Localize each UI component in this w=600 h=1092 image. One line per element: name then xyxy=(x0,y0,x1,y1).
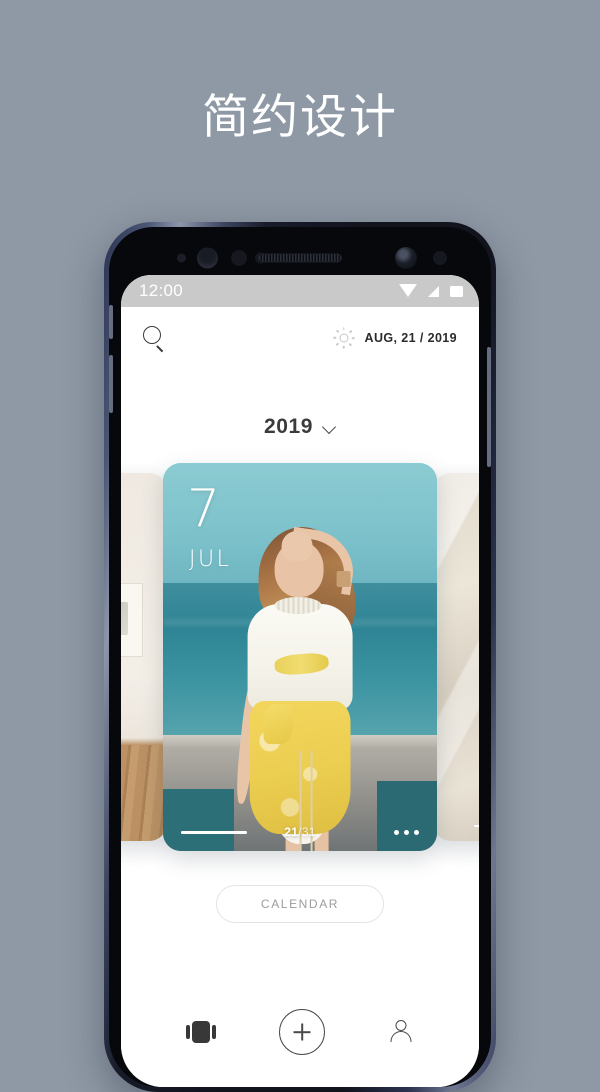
iris-scanner-icon xyxy=(197,247,218,269)
carousel-card-next[interactable] xyxy=(433,473,479,841)
battery-icon xyxy=(450,285,463,297)
search-icon[interactable] xyxy=(143,326,167,350)
plus-circle-icon[interactable] xyxy=(278,1009,325,1055)
signal-icon xyxy=(428,285,439,297)
app-bar-right: AUG, 21 / 2019 xyxy=(332,327,457,349)
card-photo-room xyxy=(121,473,167,841)
card-progress-bar[interactable] xyxy=(181,830,247,834)
frame-highlight xyxy=(487,347,491,467)
card-footer: 21/31 xyxy=(163,823,437,841)
status-bar: 12:00 xyxy=(121,275,479,307)
front-camera-icon xyxy=(395,247,417,269)
phone-screen: 12:00 AUG, 21 / 2019 2019 7 JUL 21/31 CA… xyxy=(121,275,479,1087)
card-day-number: 7 xyxy=(187,479,221,539)
wifi-icon xyxy=(399,283,417,297)
calendar-button-wrap: CALENDAR xyxy=(121,885,479,923)
card-photo-fabric xyxy=(433,473,479,841)
light-sensor-icon xyxy=(231,250,247,266)
sun-icon xyxy=(332,327,355,349)
status-time: 12:00 xyxy=(139,281,184,300)
photo-carousel[interactable]: 7 JUL 21/31 xyxy=(121,463,479,855)
year-selector[interactable]: 2019 xyxy=(121,415,479,439)
frame-highlight xyxy=(109,305,113,339)
counter-total: 31 xyxy=(301,825,316,839)
counter-current: 21 xyxy=(284,825,299,839)
frame-highlight xyxy=(109,355,113,413)
card-month-label: JUL xyxy=(189,547,232,572)
earpiece-speaker-icon xyxy=(258,253,342,263)
year-label: 2019 xyxy=(263,415,314,438)
calendar-button[interactable]: CALENDAR xyxy=(215,885,385,923)
app-bar: AUG, 21 / 2019 xyxy=(121,307,479,369)
proximity-sensor-icon xyxy=(177,253,186,263)
more-dots-icon[interactable] xyxy=(394,829,419,835)
sensor-dot-icon xyxy=(433,251,447,265)
page-title: 简约设计 xyxy=(202,90,398,145)
person-icon[interactable] xyxy=(388,1019,414,1045)
chevron-down-icon[interactable] xyxy=(323,421,336,434)
bottom-nav xyxy=(121,995,479,1087)
sensor-array xyxy=(109,243,491,273)
carousel-icon[interactable] xyxy=(186,1020,217,1044)
photo-subject xyxy=(210,517,391,851)
phone-bezel: 12:00 AUG, 21 / 2019 2019 7 JUL 21/31 CA… xyxy=(109,227,491,1087)
status-icons xyxy=(399,283,463,299)
card-counter: 21/31 xyxy=(284,825,316,839)
phone-device: 12:00 AUG, 21 / 2019 2019 7 JUL 21/31 CA… xyxy=(104,222,496,1092)
carousel-card-current[interactable]: 7 JUL 21/31 xyxy=(163,463,437,851)
carousel-card-previous[interactable] xyxy=(121,473,167,841)
current-date-label: AUG, 21 / 2019 xyxy=(364,331,457,345)
